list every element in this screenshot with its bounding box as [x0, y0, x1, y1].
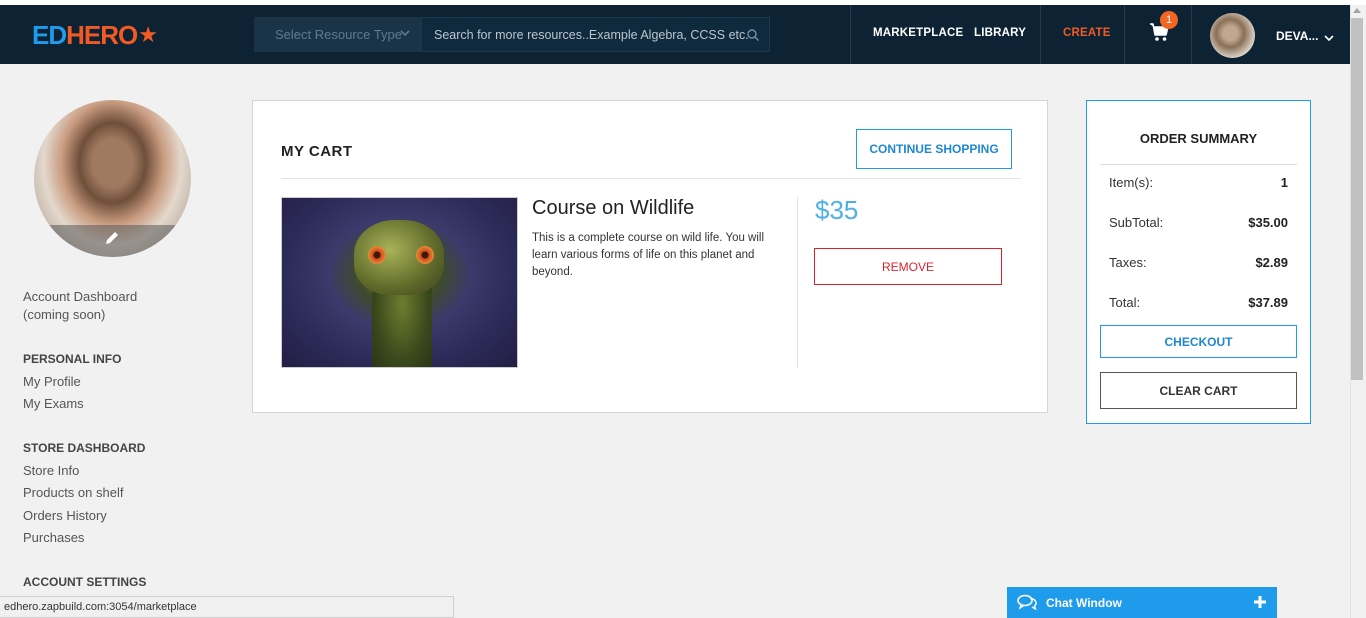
- sidebar-heading-account-settings: ACCOUNT SETTINGS: [23, 575, 147, 589]
- logo-ed-text: ED: [32, 19, 67, 50]
- scrollbar-thumb[interactable]: [1351, 18, 1363, 380]
- sidebar-item-orders-history[interactable]: Orders History: [23, 508, 107, 523]
- search-icon[interactable]: [746, 28, 760, 42]
- item-divider: [797, 197, 798, 368]
- chat-window-label: Chat Window: [1046, 596, 1122, 610]
- total-label: Total:: [1109, 295, 1141, 310]
- thumbnail-figure-neck: [372, 288, 432, 367]
- thumbnail-figure-eye: [368, 246, 386, 264]
- search-bar: Select Resource Type Search for more res…: [254, 17, 770, 52]
- nav-divider: [850, 5, 851, 64]
- order-summary-title: ORDER SUMMARY: [1139, 131, 1258, 146]
- remove-item-button[interactable]: REMOVE: [814, 248, 1002, 285]
- chevron-down-icon[interactable]: [1323, 32, 1335, 44]
- nav-divider: [1191, 5, 1192, 64]
- nav-library[interactable]: LIBRARY: [974, 27, 1026, 39]
- chat-window-bar[interactable]: Chat Window: [1007, 587, 1277, 618]
- product-price: $35: [815, 195, 859, 225]
- nav-create[interactable]: CREATE: [1063, 27, 1111, 39]
- total-value: $37.89: [1248, 295, 1288, 310]
- sidebar-item-products-on-shelf[interactable]: Products on shelf: [23, 485, 123, 500]
- logo-hero-text: HERO: [66, 19, 138, 50]
- browser-status-url: edhero.zapbuild.com:3054/marketplace: [0, 596, 454, 618]
- clear-cart-button[interactable]: CLEAR CART: [1100, 372, 1297, 409]
- edhero-logo[interactable]: ED HERO ★: [32, 19, 158, 51]
- nav-marketplace[interactable]: MARKETPLACE: [873, 27, 963, 39]
- product-description: This is a complete course on wild life. …: [532, 232, 765, 278]
- sidebar-heading-store-dashboard: STORE DASHBOARD: [23, 441, 146, 455]
- taxes-label: Taxes:: [1109, 255, 1147, 270]
- product-thumbnail[interactable]: [281, 197, 518, 368]
- sidebar-item-store-info[interactable]: Store Info: [23, 463, 79, 478]
- thumbnail-figure-eye: [416, 246, 434, 264]
- sidebar-item-my-profile[interactable]: My Profile: [23, 374, 81, 389]
- nav-divider: [1124, 5, 1125, 64]
- resource-type-select[interactable]: Select Resource Type: [254, 17, 421, 52]
- subtotal-label: SubTotal:: [1109, 215, 1164, 230]
- chat-bubble-icon: [1017, 594, 1037, 610]
- continue-shopping-button[interactable]: CONTINUE SHOPPING: [856, 129, 1012, 169]
- checkout-button[interactable]: CHECKOUT: [1100, 325, 1297, 358]
- plus-icon[interactable]: [1253, 595, 1267, 609]
- order-summary-divider: [1100, 164, 1297, 165]
- sidebar-item-my-exams[interactable]: My Exams: [23, 396, 84, 411]
- user-name[interactable]: DEVA...: [1276, 29, 1318, 43]
- chevron-down-icon: [400, 30, 410, 37]
- product-title[interactable]: Course on Wildlife: [532, 197, 694, 220]
- scroll-up-arrow[interactable]: [1353, 8, 1361, 13]
- taxes-value: $2.89: [1255, 255, 1288, 270]
- top-navbar: ED HERO ★ Select Resource Type Search fo…: [0, 5, 1350, 64]
- star-icon: ★: [138, 22, 158, 47]
- cart-panel: MY CART CONTINUE SHOPPING Course on Wild…: [252, 100, 1048, 413]
- cart-title: MY CART: [281, 143, 353, 160]
- sidebar-coming-soon-label: (coming soon): [23, 307, 106, 322]
- order-summary-panel: ORDER SUMMARY Item(s): 1 SubTotal: $35.0…: [1086, 100, 1311, 424]
- resource-type-select-label: Select Resource Type: [275, 27, 402, 42]
- sidebar-item-purchases[interactable]: Purchases: [23, 530, 84, 545]
- items-label: Item(s):: [1109, 175, 1154, 190]
- search-input[interactable]: Search for more resources..Example Algeb…: [421, 17, 770, 52]
- search-placeholder: Search for more resources..Example Algeb…: [434, 27, 749, 42]
- pencil-icon[interactable]: [104, 230, 120, 246]
- items-value: 1: [1280, 175, 1288, 190]
- cart-divider: [281, 178, 1021, 179]
- sidebar-heading-personal-info: PERSONAL INFO: [23, 352, 122, 366]
- sidebar-item-account-dashboard[interactable]: Account Dashboard: [23, 289, 137, 304]
- nav-divider: [1040, 5, 1041, 64]
- cart-count-badge: 1: [1160, 11, 1178, 29]
- subtotal-value: $35.00: [1248, 215, 1288, 230]
- user-avatar[interactable]: [1210, 13, 1255, 58]
